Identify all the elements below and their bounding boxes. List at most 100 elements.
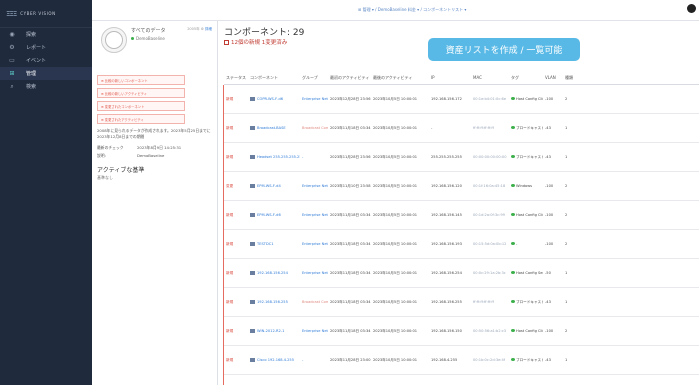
device-name[interactable]: Cisco 192.168.4.255 <box>257 358 294 362</box>
cell-group: Broadcast Components <box>302 300 328 304</box>
column-header[interactable]: VLAN <box>543 75 563 80</box>
breadcrumb[interactable]: ⊞ 管理 ▾ / DemoBaseline 料金 ▾ / コンポーネントリスト … <box>358 7 466 13</box>
meta-key: 最新のチェック <box>97 145 124 150</box>
table-row[interactable]: 新規192.168.156.255Broadcast Components202… <box>224 288 699 317</box>
main-content: コンポーネント: 29 12個の新規 1変更済み 資産リストを作成 / 一覧可能… <box>218 21 699 385</box>
table-row[interactable]: 新規Broadcast-BASEBroadcast Components2023… <box>224 114 699 143</box>
nav-item-events[interactable]: ▭ イベント <box>0 54 92 67</box>
table-header: ステータス コンポーネント グループ 最初のアクティビティ 最後のアクティビティ… <box>224 71 699 85</box>
cell-kind: 1 <box>565 300 568 304</box>
cell-kind: 2 <box>565 242 568 246</box>
filter-changed-components[interactable]: ⊕ 変更されたコンポーネント <box>97 101 185 111</box>
column-header[interactable]: タグ <box>509 75 543 81</box>
column-header[interactable]: 最初のアクティビティ <box>328 75 371 81</box>
cell-group: - <box>302 155 304 159</box>
cell-kind: 1 <box>565 155 568 159</box>
device-name[interactable]: EPM-WS-F-d6 <box>257 213 281 217</box>
cell-first: 2023年11月28日 23:00:01 <box>330 357 371 362</box>
cell-device: 192.168.156.254 <box>248 271 300 275</box>
filter-new-components[interactable]: ⊕ 比較の新しいコンポーネント <box>97 75 185 85</box>
search-icon: ⌕ <box>10 82 14 90</box>
cisco-logo-icon: ΞΞΞ <box>6 9 17 18</box>
sidebar-nav: ΞΞΞ CYBER VISION ◉ 探索 ⚙ レポート ▭ イベント ⊞ 管理 ⌕ 検索 <box>0 0 92 385</box>
table-row[interactable]: 新規 EPM-WS-F-d6 Enterprise Network2023年11月1… <box>224 201 699 230</box>
device-name[interactable]: EPM-WS-F-d4 <box>257 184 281 188</box>
cell-vlan: -100 <box>545 242 554 246</box>
cell-status: 新規 <box>226 270 234 275</box>
cell-ip: 192.168.156.150 <box>431 329 462 333</box>
tag-dot-icon <box>511 184 515 187</box>
table-row[interactable]: 新規 WIN-2012-R2-1 Enterprise Network2023年11… <box>224 317 699 346</box>
cell-ip: 192.168.4.255 <box>431 358 458 362</box>
cell-mac: 00:50:56:a1:b2:c3 <box>473 329 507 333</box>
cell-group: Enterprise Network <box>302 329 328 333</box>
cell-last: 2023年10月5日 10:00:01 <box>373 125 418 130</box>
table-row[interactable]: 新規 Cisco 192.168.4.255 - 2023年11月28日 23:00:… <box>224 346 699 375</box>
cell-tag: ブロードキャスト <box>509 154 543 160</box>
cell-first: 2023年11月18日 03:34:15 <box>330 125 371 130</box>
cell-mac: 00:15:5d:0a:0b:12 <box>473 242 507 246</box>
column-header[interactable]: IP <box>429 75 471 80</box>
cell-first: 2023年11月18日 03:34:15 <box>330 212 371 217</box>
cell-mac: 00:1d:2a:0f:3c:99 <box>473 213 505 217</box>
cell-kind: 1 <box>565 126 568 130</box>
filter-new-activities[interactable]: ⊕ 比較の新しいアクティビティ <box>97 88 185 98</box>
cell-kind: 1 <box>565 271 568 275</box>
device-icon <box>250 242 255 246</box>
source-details-link[interactable]: 詳細 <box>205 27 212 31</box>
nav-item-explore[interactable]: ◉ 探索 <box>0 28 92 41</box>
cell-ip: 192.168.156.145 <box>431 213 462 217</box>
device-name[interactable]: COPR-WS-F-d6 <box>257 97 283 101</box>
table-row[interactable]: 新規 COPR-WS-F-d6 Enterprise Network2023年12月… <box>224 85 699 114</box>
cell-status: 新規 <box>226 241 234 246</box>
cell-vlan: -100 <box>545 97 554 101</box>
user-avatar-icon[interactable] <box>687 4 696 13</box>
cell-ip: 192.168.156.172 <box>431 97 462 101</box>
cell-mac: ff:ff:ff:ff:ff:ff <box>473 300 494 304</box>
nav-item-search[interactable]: ⌕ 検索 <box>0 80 92 93</box>
tag-dot-icon <box>511 271 515 274</box>
cell-vlan: -100 <box>545 184 554 188</box>
cell-status: 変更 <box>226 183 234 188</box>
cell-mac: 00:0c:29:1a:2b:3c <box>473 271 506 275</box>
device-name[interactable]: 192.168.156.254 <box>257 271 288 275</box>
nav-label: 探索 <box>26 32 37 38</box>
active-baseline-value: 基準なし <box>97 175 113 180</box>
cell-ip: 192.168.156.254 <box>431 271 462 275</box>
column-header[interactable]: 種類 <box>563 75 583 81</box>
device-name[interactable]: Broadcast-BASE <box>257 126 286 130</box>
cell-tag: - <box>509 242 543 246</box>
table-row[interactable]: 新規 Headset 255.255.255.255- 2023年11月28日 23… <box>224 143 699 172</box>
device-icon <box>250 271 255 275</box>
table-row[interactable]: 新規192.168.156.254Enterprise Network2023年… <box>224 259 699 288</box>
column-header[interactable]: MAC <box>471 75 509 80</box>
cell-ip: 192.168.156.255 <box>431 300 462 304</box>
column-header[interactable]: ステータス <box>224 75 248 81</box>
cell-ip: 255.255.255.255 <box>431 155 462 159</box>
cell-group: Enterprise Network <box>302 242 328 246</box>
device-name[interactable]: WIN-2012-R2-1 <box>257 329 284 333</box>
device-name[interactable]: 192.168.156.255 <box>257 300 288 304</box>
column-header[interactable]: グループ <box>300 75 328 81</box>
table-row[interactable]: 新規 TESTDC1 Enterprise Network2023年11月18日 0… <box>224 230 699 259</box>
device-name[interactable]: TESTDC1 <box>257 242 274 246</box>
filter-list: ⊕ 比較の新しいコンポーネント ⊕ 比較の新しいアクティビティ ⊕ 変更されたコ… <box>97 75 212 124</box>
column-header[interactable]: コンポーネント <box>248 75 300 81</box>
cell-tag: Host Config Client, Windows <box>509 213 543 217</box>
meta-value: 2023年8月9日 14:25:31 <box>137 145 182 150</box>
cell-vlan: -100 <box>545 213 554 217</box>
meta-value: DemoBaseline <box>137 153 165 158</box>
table-row[interactable]: 変更 EPM-WS-F-d4 Enterprise Network2023年11月1… <box>224 172 699 201</box>
column-header[interactable]: 最後のアクティビティ <box>371 75 429 81</box>
app-name: CYBER VISION <box>20 11 56 16</box>
callout-banner: 資産リストを作成 / 一覧可能 <box>428 38 580 61</box>
nav-item-admin[interactable]: ⊞ 管理 <box>0 67 92 80</box>
cell-device: EPM-WS-F-d6 <box>248 213 300 217</box>
device-icon <box>250 329 255 333</box>
filter-changed-activities[interactable]: ⊕ 変更されたアクティビティ <box>97 114 185 124</box>
device-name[interactable]: Headset 255.255.255.255 <box>257 155 300 159</box>
cell-tag: ブロードキャスト <box>509 357 543 363</box>
cell-vlan: -50 <box>545 271 551 275</box>
device-icon <box>250 300 255 304</box>
nav-item-reports[interactable]: ⚙ レポート <box>0 41 92 54</box>
